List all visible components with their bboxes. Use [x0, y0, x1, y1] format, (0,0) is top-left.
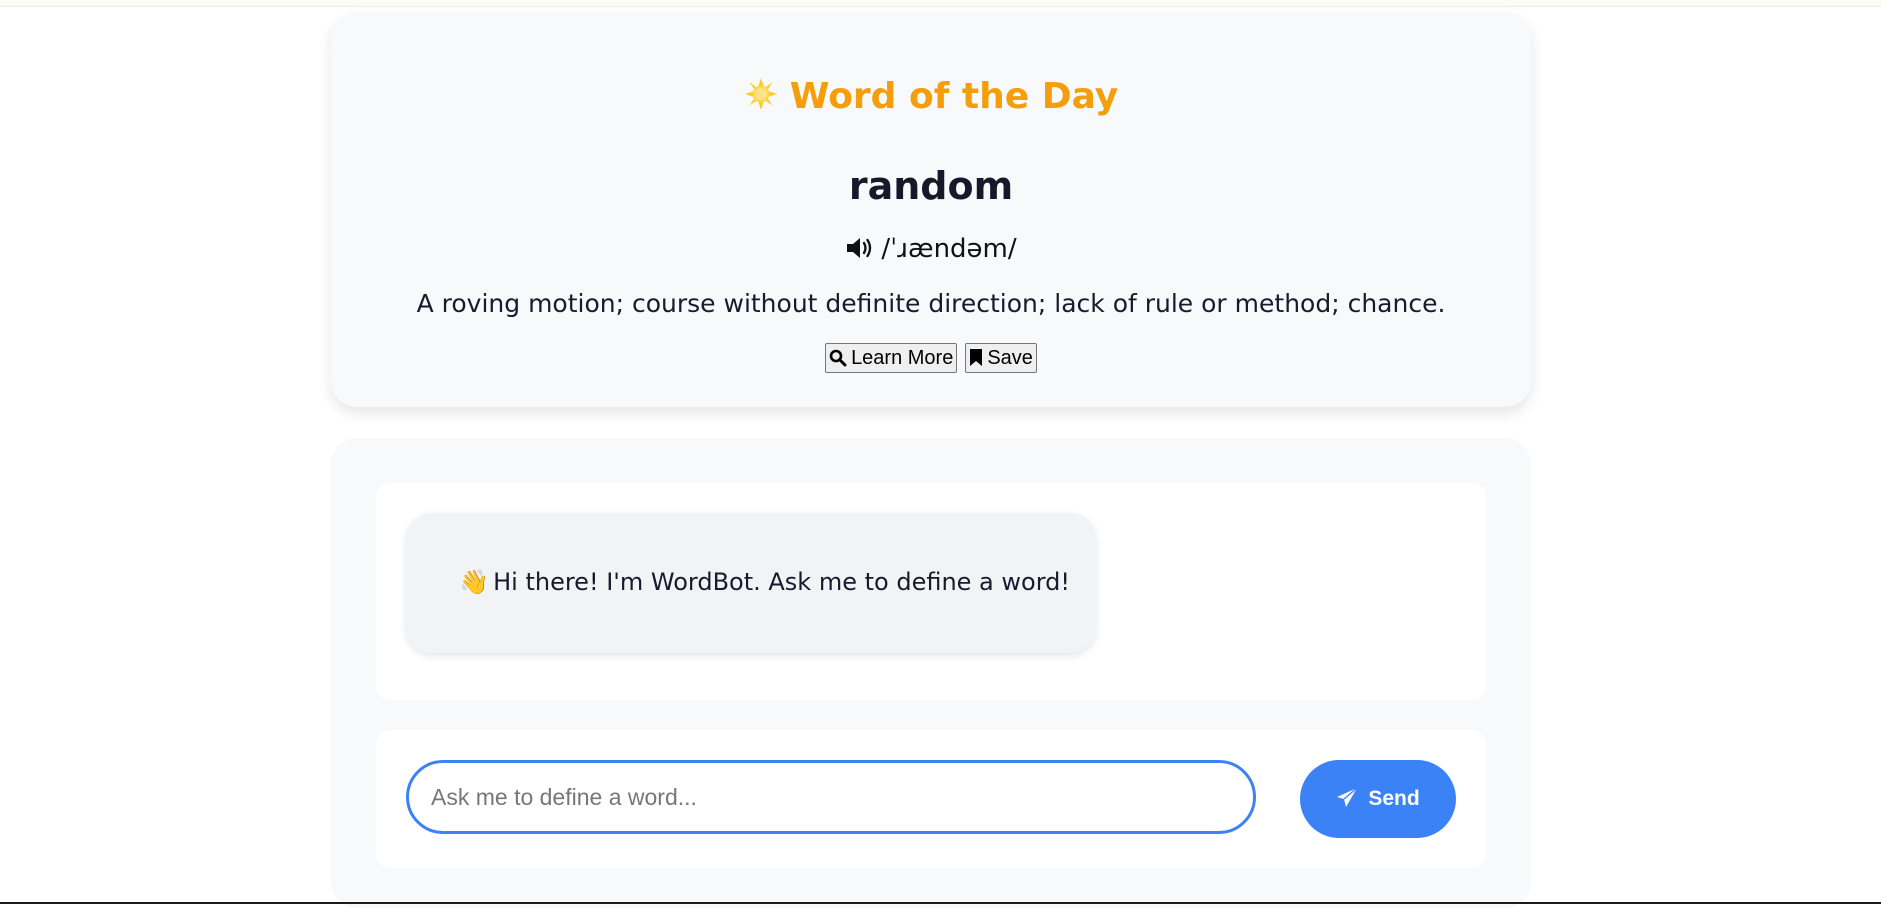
bookmark-icon [970, 349, 983, 366]
word-definition: A roving motion; course without definite… [416, 289, 1446, 318]
bot-message: 👋 Hi there! I'm WordBot. Ask me to define… [406, 513, 1096, 653]
send-button[interactable]: Send [1300, 760, 1456, 838]
pronunciation-row: /ˈɹændəm/ [331, 229, 1531, 269]
bot-message-content: Hi there! I'm WordBot. Ask me to define … [493, 568, 1070, 596]
card-heading: Word of the Day [331, 69, 1531, 125]
waving-hand-icon: 👋 [459, 568, 490, 596]
chat-input[interactable] [406, 760, 1256, 834]
sun-icon [744, 78, 777, 110]
top-border [0, 0, 1881, 7]
speaker-icon[interactable] [845, 235, 875, 261]
featured-word: random [848, 164, 1014, 208]
chat-panel: 👋 Hi there! I'm WordBot. Ask me to define… [331, 438, 1531, 908]
chat-input-area: Send [376, 730, 1486, 868]
card-heading-text: Word of the Day [789, 76, 1119, 117]
paper-plane-icon [1337, 787, 1358, 807]
pronunciation-text: /ˈɹændəm/ [881, 234, 1017, 264]
learn-more-button[interactable]: Learn More [825, 343, 958, 373]
save-button[interactable]: Save [965, 343, 1037, 373]
word-of-the-day-card: Word of the Day random /ˈɹændəm/ A rovin… [331, 13, 1531, 407]
search-icon [829, 349, 847, 367]
card-actions: Learn More Save [331, 343, 1531, 373]
send-label: Send [1368, 787, 1420, 810]
learn-more-label: Learn More [851, 347, 954, 369]
save-label: Save [987, 347, 1033, 369]
bot-message-text: 👋 Hi there! I'm WordBot. Ask me to define… [459, 564, 1070, 600]
chat-messages[interactable]: 👋 Hi there! I'm WordBot. Ask me to define… [376, 483, 1486, 700]
